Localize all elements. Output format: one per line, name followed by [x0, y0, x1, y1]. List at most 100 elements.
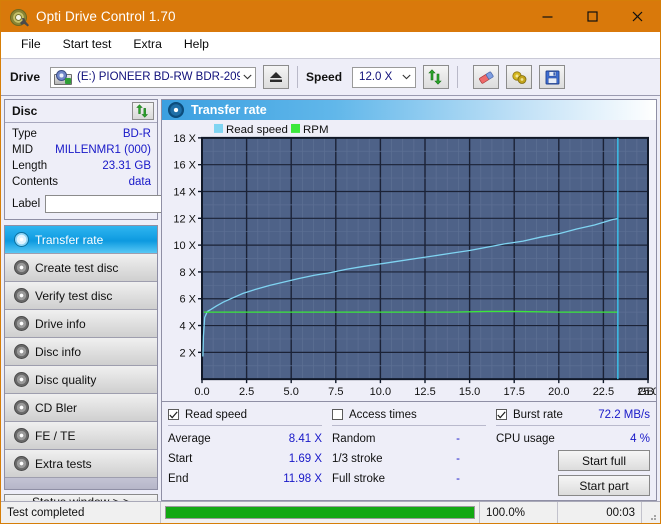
sidebar-item-transfer-rate[interactable]: Transfer rate [5, 226, 157, 254]
sidebar-item-label: Create test disc [35, 260, 119, 275]
stat-row-cpu-usage: CPU usage 4 % [496, 429, 650, 449]
refresh-icon [136, 104, 148, 118]
progress-bar [165, 506, 475, 519]
resize-grip[interactable] [642, 502, 660, 523]
svg-text:16 X: 16 X [173, 160, 196, 172]
nav-spacer [5, 478, 157, 489]
disc-row-contents-key: Contents [12, 176, 59, 188]
drive-select[interactable]: (E:) PIONEER BD-RW BDR-209M 1.52 [50, 66, 257, 88]
graph-pane: Transfer rate 2 X 4 X 6 X 8 X 10 X 12 X 14 X 16… [161, 96, 660, 501]
svg-text:20.0: 20.0 [548, 386, 569, 398]
svg-text:GB: GB [638, 386, 654, 398]
stat-key: Full stroke [332, 473, 386, 485]
minimize-icon[interactable] [525, 1, 570, 32]
stat-row-end: End 11.98 X [168, 469, 322, 489]
disc-row-length-value: 23.31 GB [102, 160, 151, 172]
read-speed-checkbox-row[interactable]: Read speed [168, 406, 322, 423]
sidebar-item-label: Extra tests [35, 456, 92, 471]
menu-help[interactable]: Help [173, 35, 220, 54]
action-buttons: Start full Start part [496, 449, 650, 496]
start-part-button[interactable]: Start part [558, 475, 650, 496]
settings-button[interactable] [506, 65, 533, 89]
disc-label-key: Label [12, 197, 41, 210]
disc-test-icon [11, 372, 31, 387]
eject-button[interactable] [263, 65, 290, 89]
stat-value: - [456, 473, 460, 485]
disc-panel-title: Disc [12, 104, 38, 118]
disc-test-icon [11, 288, 31, 303]
stat-row-random: Random - [332, 429, 486, 449]
sidebar-item-verify-test-disc[interactable]: Verify test disc [5, 282, 157, 310]
stat-value: 1.69 X [288, 453, 322, 465]
transfer-rate-plot[interactable]: 2 X 4 X 6 X 8 X 10 X 12 X 14 X 16 X 18 X 0.0 2.5 5.… [162, 120, 656, 401]
refresh-button[interactable] [423, 65, 450, 89]
svg-text:5.0: 5.0 [284, 386, 299, 398]
stat-row-full-stroke: Full stroke - [332, 469, 486, 489]
disc-row-mid: MID MILLENMR1 (000) [12, 142, 151, 158]
menu-extra[interactable]: Extra [122, 35, 172, 54]
disc-test-icon [11, 316, 31, 331]
disc-row-contents: Contents data [12, 174, 151, 190]
menu-start-test[interactable]: Start test [52, 35, 123, 54]
disc-row-type-key: Type [12, 128, 37, 140]
toolbar: Drive (E:) PIONEER BD-RW BDR-209M 1.52 S… [1, 58, 660, 96]
sidebar-item-drive-info[interactable]: Drive info [5, 310, 157, 338]
svg-text:22.5: 22.5 [593, 386, 614, 398]
drive-select-value: (E:) PIONEER BD-RW BDR-209M 1.52 [77, 71, 241, 83]
disc-test-icon [168, 102, 184, 118]
svg-text:14 X: 14 X [173, 186, 196, 198]
sidebar-item-label: Transfer rate [35, 232, 104, 247]
start-full-button[interactable]: Start full [558, 450, 650, 471]
status-bar: Test completed 100.0% 00:03 [1, 501, 660, 523]
divider [168, 425, 322, 426]
access-times-checkbox[interactable] [332, 409, 343, 420]
disc-row-length-key: Length [12, 160, 48, 172]
burst-rate-checkbox[interactable] [496, 409, 507, 420]
svg-text:0.0: 0.0 [194, 386, 209, 398]
access-times-column: Access times Random - 1/3 stroke - Full [332, 406, 486, 496]
read-speed-checkbox[interactable] [168, 409, 179, 420]
main-content: Disc Type BD-R MID MILLENMR1 (000) Lengt… [1, 96, 660, 510]
erase-button[interactable] [473, 65, 500, 89]
svg-text:4 X: 4 X [179, 321, 196, 333]
sidebar-item-extra-tests[interactable]: Extra tests [5, 450, 157, 478]
disc-panel: Disc Type BD-R MID MILLENMR1 (000) Lengt… [4, 99, 250, 220]
eject-icon [270, 72, 283, 82]
disc-refresh-button[interactable] [132, 102, 154, 120]
access-times-checkbox-row[interactable]: Access times [332, 406, 486, 423]
disc-test-icon [11, 456, 31, 471]
title-bar: Opti Drive Control 1.70 [1, 1, 660, 32]
plot-area[interactable]: 2 X 4 X 6 X 8 X 10 X 12 X 14 X 16 X 18 X 0.0 2.5 5.… [162, 120, 656, 401]
floppy-save-icon [545, 70, 559, 84]
save-button[interactable] [539, 65, 566, 89]
app-icon [10, 8, 29, 27]
disc-test-icon [11, 344, 31, 359]
svg-text:2 X: 2 X [179, 347, 196, 359]
disc-test-icon [11, 400, 31, 415]
svg-text:Read speed: Read speed [226, 124, 288, 136]
elapsed-time: 00:03 [558, 502, 642, 523]
maximize-icon[interactable] [570, 1, 615, 32]
sidebar-item-cd-bler[interactable]: CD Bler [5, 394, 157, 422]
burst-rate-checkbox-row[interactable]: Burst rate 72.2 MB/s [496, 406, 650, 423]
sidebar-item-disc-info[interactable]: Disc info [5, 338, 157, 366]
stat-key: Average [168, 433, 211, 445]
svg-text:10 X: 10 X [173, 240, 196, 252]
sidebar-item-label: Drive info [35, 316, 86, 331]
close-icon[interactable] [615, 1, 660, 32]
graph-title: Transfer rate [191, 103, 267, 117]
stat-key: CPU usage [496, 433, 555, 445]
gold-gears-icon [511, 70, 526, 84]
toolbar-divider [297, 66, 299, 88]
sidebar-item-create-test-disc[interactable]: Create test disc [5, 254, 157, 282]
stat-key: Start [168, 453, 193, 465]
sidebar-item-fe-te[interactable]: FE / TE [5, 422, 157, 450]
sidebar-item-disc-quality[interactable]: Disc quality [5, 366, 157, 394]
toolbar-divider-2 [457, 66, 459, 88]
stat-row-third-stroke: 1/3 stroke - [332, 449, 486, 469]
speed-select[interactable]: 12.0 X [352, 66, 417, 88]
stat-value: - [456, 453, 460, 465]
svg-text:RPM: RPM [303, 124, 329, 136]
stat-row-start: Start 1.69 X [168, 449, 322, 469]
menu-file[interactable]: File [10, 35, 52, 54]
